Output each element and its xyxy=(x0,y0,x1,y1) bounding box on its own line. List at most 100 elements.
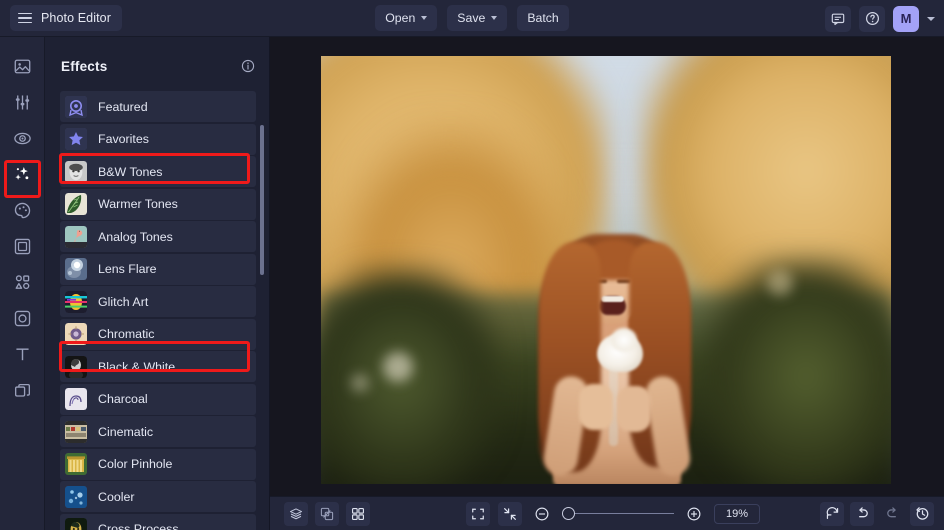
rail-item-image[interactable] xyxy=(5,49,39,83)
bw-thumb xyxy=(65,355,87,378)
effect-item-label: Chromatic xyxy=(98,327,155,341)
app-menu-button[interactable]: Photo Editor xyxy=(10,5,122,31)
collapse-button[interactable] xyxy=(498,501,522,526)
compare-icon xyxy=(320,507,334,520)
chevron-down-icon xyxy=(491,16,498,20)
chromatic-thumb xyxy=(65,323,87,345)
flamingo-thumb xyxy=(65,225,87,248)
frame-icon xyxy=(14,238,30,254)
grid-button[interactable] xyxy=(346,501,370,526)
effect-item[interactable]: Lens Flare xyxy=(60,253,256,285)
rotate-button[interactable] xyxy=(820,501,844,526)
redo-icon xyxy=(886,507,896,518)
history-controls xyxy=(820,501,934,526)
layers-stack-icon xyxy=(289,507,303,519)
effect-item[interactable]: Cooler xyxy=(60,481,256,512)
effect-item[interactable]: Glitch Art xyxy=(60,286,256,317)
fit-screen-icon xyxy=(472,508,484,519)
zoom-slider[interactable] xyxy=(562,507,674,521)
rail-item-overlays[interactable] xyxy=(5,193,39,227)
effect-item-label: Cooler xyxy=(98,489,135,504)
help-circle-icon xyxy=(865,11,879,26)
rail-item-stickers[interactable] xyxy=(5,301,39,335)
effect-item[interactable]: Color Pinhole xyxy=(60,448,256,480)
zoom-in-icon xyxy=(687,507,701,520)
zoom-level-value[interactable]: 19% xyxy=(714,503,760,524)
redo-button[interactable] xyxy=(880,502,904,526)
rail-item-frames[interactable] xyxy=(5,229,39,263)
undo-button[interactable] xyxy=(850,501,874,526)
palette-icon xyxy=(14,202,30,218)
effect-item[interactable]: Warmer Tones xyxy=(60,188,256,220)
info-circle-icon[interactable] xyxy=(241,59,255,73)
effect-item[interactable]: B&W Tones xyxy=(60,156,256,187)
effect-item[interactable]: Cross Process xyxy=(60,513,256,530)
avatar[interactable]: M xyxy=(893,5,919,32)
photo-flower-highlight xyxy=(611,328,637,352)
history-button[interactable] xyxy=(910,501,934,526)
photo-foliage-left xyxy=(321,266,501,484)
collapse-icon xyxy=(504,507,516,520)
text-icon xyxy=(15,347,29,360)
zoom-out-button[interactable] xyxy=(530,502,554,526)
rail-item-text[interactable] xyxy=(5,337,39,371)
rail-item-elements[interactable] xyxy=(5,265,39,299)
canvas-area[interactable] xyxy=(270,37,944,496)
chevron-down-icon[interactable] xyxy=(927,16,935,21)
effect-item-label: Featured xyxy=(98,99,148,114)
effect-item[interactable]: Featured xyxy=(60,91,256,122)
effect-item[interactable]: Cinematic xyxy=(60,416,256,447)
photo-subject-hand-right xyxy=(617,386,651,432)
layers-icon xyxy=(14,383,30,397)
grid-icon xyxy=(352,507,364,520)
sparkles-icon xyxy=(14,166,28,180)
chevron-down-icon xyxy=(421,16,428,20)
effect-item-label: Glitch Art xyxy=(98,294,149,309)
top-toolbar: Photo Editor Open Save Batch M xyxy=(0,0,944,37)
effect-item[interactable]: Favorites xyxy=(60,123,256,155)
eye-icon xyxy=(13,132,31,144)
help-button[interactable] xyxy=(859,5,885,32)
effect-item[interactable]: Analog Tones xyxy=(60,221,256,252)
effects-panel: Effects Featured Favorites B&W Tones Warmer… xyxy=(45,37,270,530)
photo-preview[interactable] xyxy=(321,56,891,484)
account-actions: M xyxy=(825,0,935,37)
photo-bokeh xyxy=(767,270,793,296)
rail-item-effects[interactable] xyxy=(5,157,39,191)
batch-button[interactable]: Batch xyxy=(517,5,569,31)
rail-item-retouch[interactable] xyxy=(5,121,39,155)
save-button[interactable]: Save xyxy=(447,5,508,31)
fit-screen-button[interactable] xyxy=(466,501,490,526)
file-actions: Open Save Batch xyxy=(352,5,592,31)
feedback-button[interactable] xyxy=(825,5,851,32)
effect-item-label: B&W Tones xyxy=(98,164,163,179)
panel-scrollbar-thumb[interactable] xyxy=(259,125,264,275)
hamburger-icon[interactable] xyxy=(18,12,32,24)
rotate-icon xyxy=(826,507,838,519)
shapes-icon xyxy=(15,274,29,289)
layers-button[interactable] xyxy=(284,501,308,526)
zoom-in-button[interactable] xyxy=(682,502,706,526)
image-icon xyxy=(14,59,30,73)
rail-item-layers[interactable] xyxy=(5,373,39,407)
badge-thumb xyxy=(65,95,87,118)
open-label: Open xyxy=(385,11,416,25)
chat-icon xyxy=(831,13,845,25)
photo-subject-hand-left xyxy=(579,384,613,430)
photo-bokeh xyxy=(351,374,369,392)
rail-item-adjust[interactable] xyxy=(5,85,39,119)
zoom-slider-handle[interactable] xyxy=(562,507,575,520)
effect-item[interactable]: Black & White xyxy=(60,351,256,382)
zoom-slider-track xyxy=(562,512,674,515)
effect-item-label: Charcoal xyxy=(98,392,148,406)
effect-item[interactable]: Charcoal xyxy=(60,383,256,415)
effects-list[interactable]: Featured Favorites B&W Tones Warmer Tones An… xyxy=(45,91,269,530)
save-label: Save xyxy=(457,11,486,25)
photo-bokeh xyxy=(383,352,413,382)
effect-item[interactable]: Chromatic xyxy=(60,318,256,350)
bw-face-thumb xyxy=(65,160,87,183)
effect-item-label: Warmer Tones xyxy=(98,197,178,211)
open-button[interactable]: Open xyxy=(375,5,438,31)
effect-item-label: Black & White xyxy=(98,359,176,374)
compare-button[interactable] xyxy=(315,501,339,526)
